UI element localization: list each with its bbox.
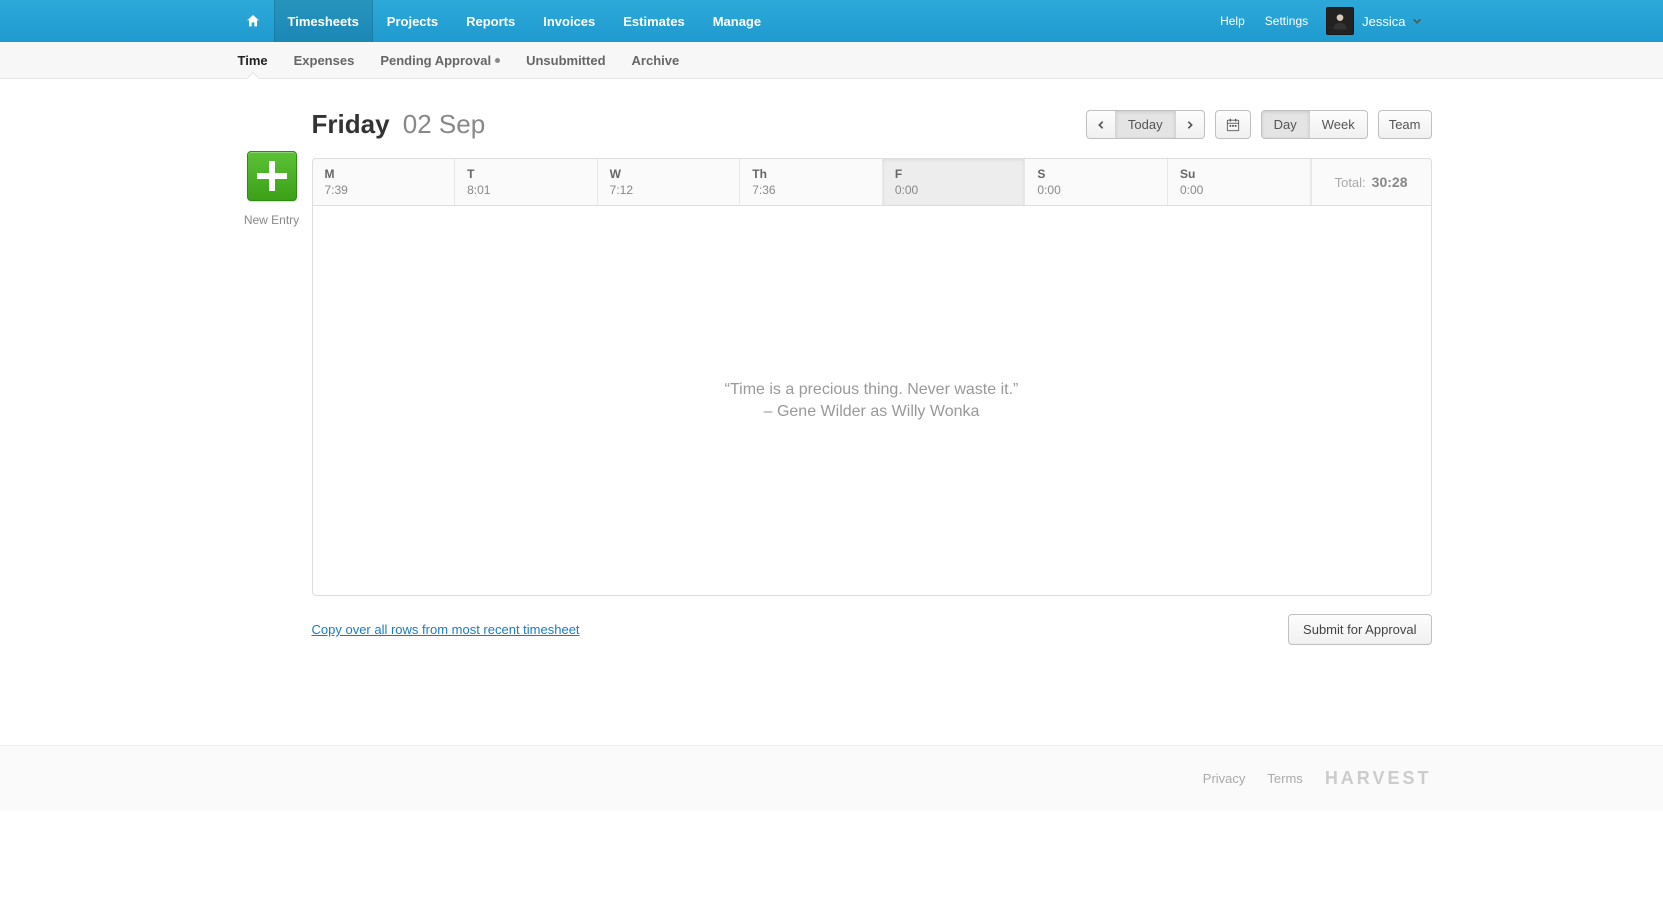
- nav-projects[interactable]: Projects: [373, 0, 452, 42]
- top-nav: Timesheets Projects Reports Invoices Est…: [0, 0, 1663, 42]
- view-toggle-group: Day Week: [1261, 110, 1368, 139]
- footer-privacy-link[interactable]: Privacy: [1203, 771, 1246, 786]
- calendar-button[interactable]: [1215, 110, 1251, 139]
- pending-dot-icon: [495, 58, 500, 63]
- day-cell-mon[interactable]: M 7:39: [313, 159, 456, 205]
- nav-estimates[interactable]: Estimates: [609, 0, 698, 42]
- date-text: 02 Sep: [403, 109, 485, 139]
- chevron-right-icon: [1185, 120, 1195, 130]
- date-nav-group: Today: [1086, 110, 1205, 139]
- subnav-archive[interactable]: Archive: [632, 42, 680, 78]
- day-name: Friday: [312, 109, 390, 139]
- subnav-unsubmitted[interactable]: Unsubmitted: [526, 42, 605, 78]
- page-title: Friday 02 Sep: [312, 109, 486, 140]
- home-icon[interactable]: [232, 0, 274, 42]
- sub-nav: Time Expenses Pending Approval Unsubmitt…: [0, 42, 1663, 79]
- view-week-button[interactable]: Week: [1309, 111, 1367, 138]
- chevron-down-icon: [1412, 16, 1422, 26]
- nav-timesheets[interactable]: Timesheets: [274, 0, 373, 42]
- day-cell-tue[interactable]: T 8:01: [455, 159, 598, 205]
- footer-terms-link[interactable]: Terms: [1267, 771, 1302, 786]
- user-name: Jessica: [1362, 14, 1405, 29]
- new-entry-button[interactable]: [247, 151, 297, 201]
- empty-quote: “Time is a precious thing. Never waste i…: [725, 381, 1019, 399]
- settings-link[interactable]: Settings: [1255, 0, 1318, 42]
- help-link[interactable]: Help: [1210, 0, 1255, 42]
- week-total: Total: 30:28: [1311, 159, 1431, 205]
- empty-attribution: – Gene Wilder as Willy Wonka: [764, 403, 980, 421]
- user-menu[interactable]: Jessica: [1354, 0, 1431, 42]
- view-day-button[interactable]: Day: [1262, 111, 1309, 138]
- next-day-button[interactable]: [1175, 111, 1204, 138]
- day-cell-thu[interactable]: Th 7:36: [740, 159, 883, 205]
- new-entry-label: New Entry: [232, 213, 312, 227]
- nav-invoices[interactable]: Invoices: [529, 0, 609, 42]
- prev-day-button[interactable]: [1087, 111, 1115, 138]
- chevron-left-icon: [1096, 120, 1106, 130]
- day-cell-sun[interactable]: Su 0:00: [1168, 159, 1311, 205]
- nav-manage[interactable]: Manage: [699, 0, 775, 42]
- subnav-pending-approval[interactable]: Pending Approval: [380, 42, 500, 78]
- submit-approval-button[interactable]: Submit for Approval: [1288, 614, 1431, 645]
- subnav-time[interactable]: Time: [238, 42, 268, 78]
- day-cell-sat[interactable]: S 0:00: [1025, 159, 1168, 205]
- today-button[interactable]: Today: [1115, 111, 1175, 138]
- plus-icon: [257, 161, 287, 191]
- calendar-icon: [1226, 118, 1240, 132]
- avatar[interactable]: [1326, 7, 1354, 35]
- nav-reports[interactable]: Reports: [452, 0, 529, 42]
- day-cell-wed[interactable]: W 7:12: [598, 159, 741, 205]
- day-cell-fri[interactable]: F 0:00: [883, 159, 1026, 205]
- footer-brand: HARVEST: [1325, 768, 1432, 789]
- timesheet-body-empty: “Time is a precious thing. Never waste i…: [312, 206, 1432, 596]
- team-button[interactable]: Team: [1378, 110, 1432, 139]
- page-footer: Privacy Terms HARVEST: [0, 745, 1663, 811]
- subnav-expenses[interactable]: Expenses: [294, 42, 355, 78]
- copy-rows-link[interactable]: Copy over all rows from most recent time…: [312, 622, 580, 637]
- week-strip: M 7:39 T 8:01 W 7:12 Th 7:36 F 0:00 S 0:…: [312, 158, 1432, 206]
